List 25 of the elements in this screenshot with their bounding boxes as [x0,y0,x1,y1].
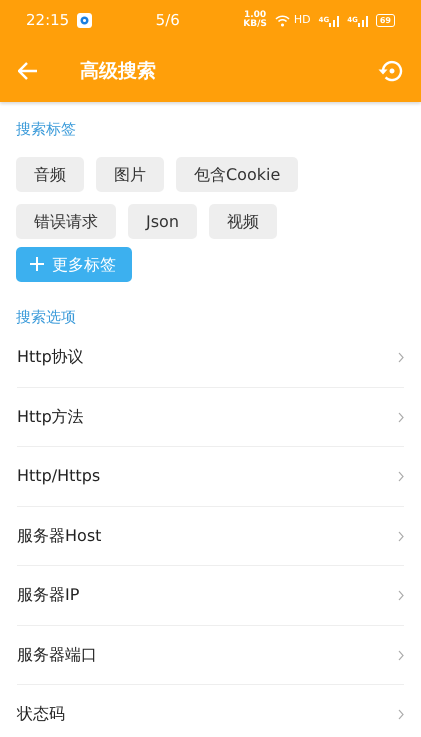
tag-chip[interactable]: 图片 [96,156,164,192]
tag-chip[interactable]: Json [128,204,197,238]
page-counter: 5/6 [156,10,180,31]
back-icon[interactable] [18,62,38,80]
net-unit: KB/S [243,20,267,29]
history-icon[interactable] [378,59,403,83]
option-row[interactable]: Http/Https [17,447,404,506]
option-row[interactable]: 服务器IP [17,566,404,626]
option-row[interactable]: 服务器Host [17,506,404,566]
hd-label: HD [294,12,311,28]
option-row[interactable]: Http方法 [17,388,404,447]
section-title: 搜索选项 [16,306,77,328]
option-row[interactable]: 服务器端口 [17,626,404,685]
tag-chip[interactable]: 错误请求 [16,204,116,238]
plus-icon [30,257,44,271]
status-time: 22:15 [26,10,70,31]
section-title: 搜索标签 [16,119,77,140]
option-row[interactable]: 状态码 [17,685,404,737]
tag-chip[interactable]: 音频 [16,156,84,192]
tag-chip[interactable]: 视频 [208,204,277,238]
net-speed: 1.00 [244,11,266,20]
option-row[interactable]: Http协议 [17,328,404,388]
battery-indicator: 69 [376,14,395,26]
page-title: 高级搜索 [80,58,156,84]
tag-chip[interactable]: 包含Cookie [176,156,298,192]
